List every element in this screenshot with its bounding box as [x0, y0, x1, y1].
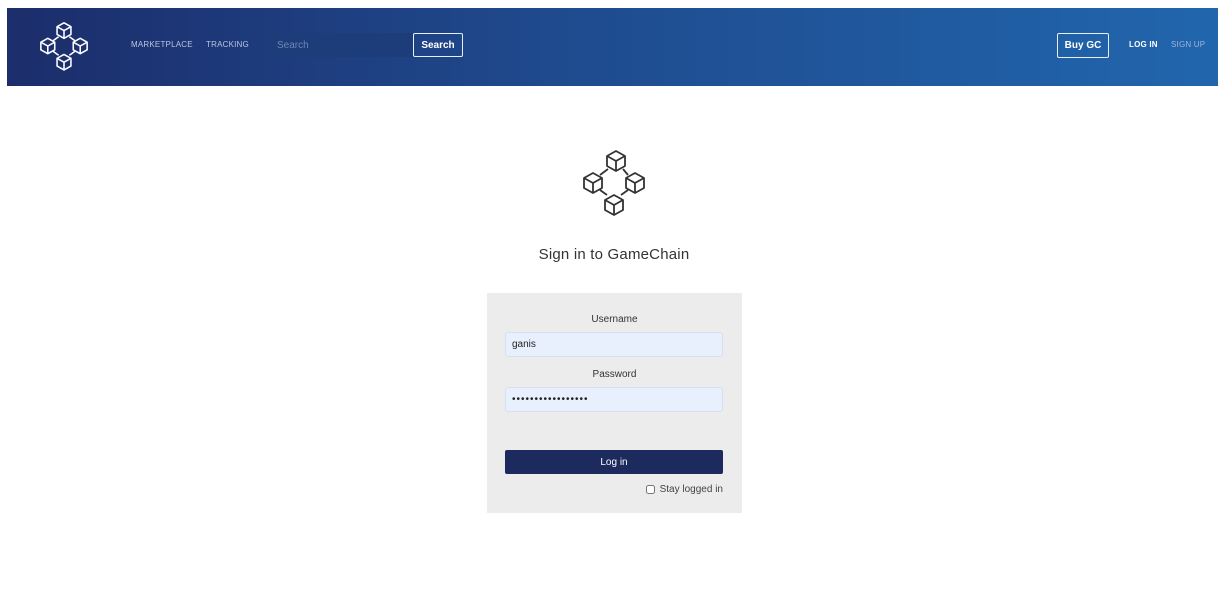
search-button[interactable]: Search	[413, 33, 463, 57]
password-label: Password	[592, 369, 637, 380]
page-title: Sign in to GameChain	[538, 246, 690, 263]
password-input[interactable]	[505, 387, 723, 412]
search-input[interactable]	[269, 33, 413, 57]
nav-link-tracking[interactable]: TRACKING	[206, 40, 249, 49]
login-button[interactable]: Log in	[505, 450, 723, 474]
nav-link-marketplace[interactable]: MARKETPLACE	[131, 40, 193, 49]
brand-logo-link[interactable]	[37, 19, 91, 73]
username-label: Username	[591, 314, 638, 325]
nav-login-link[interactable]: LOG IN	[1129, 40, 1158, 49]
buy-gc-button[interactable]: Buy GC	[1057, 33, 1109, 58]
top-navbar: MARKETPLACE TRACKING Search Buy GC LOG I…	[7, 8, 1218, 86]
nav-signup-link[interactable]: SIGN UP	[1171, 40, 1205, 49]
stay-logged-in-checkbox[interactable]	[645, 485, 655, 494]
username-input[interactable]	[505, 332, 723, 357]
login-form-panel: Username Password Log in Stay logged in	[487, 293, 742, 513]
blockchain-cubes-icon	[583, 150, 645, 216]
stay-logged-in-label: Stay logged in	[659, 484, 723, 495]
blockchain-cubes-icon	[40, 22, 88, 71]
stay-logged-in-option[interactable]: Stay logged in	[645, 484, 723, 495]
main-logo	[579, 147, 649, 217]
